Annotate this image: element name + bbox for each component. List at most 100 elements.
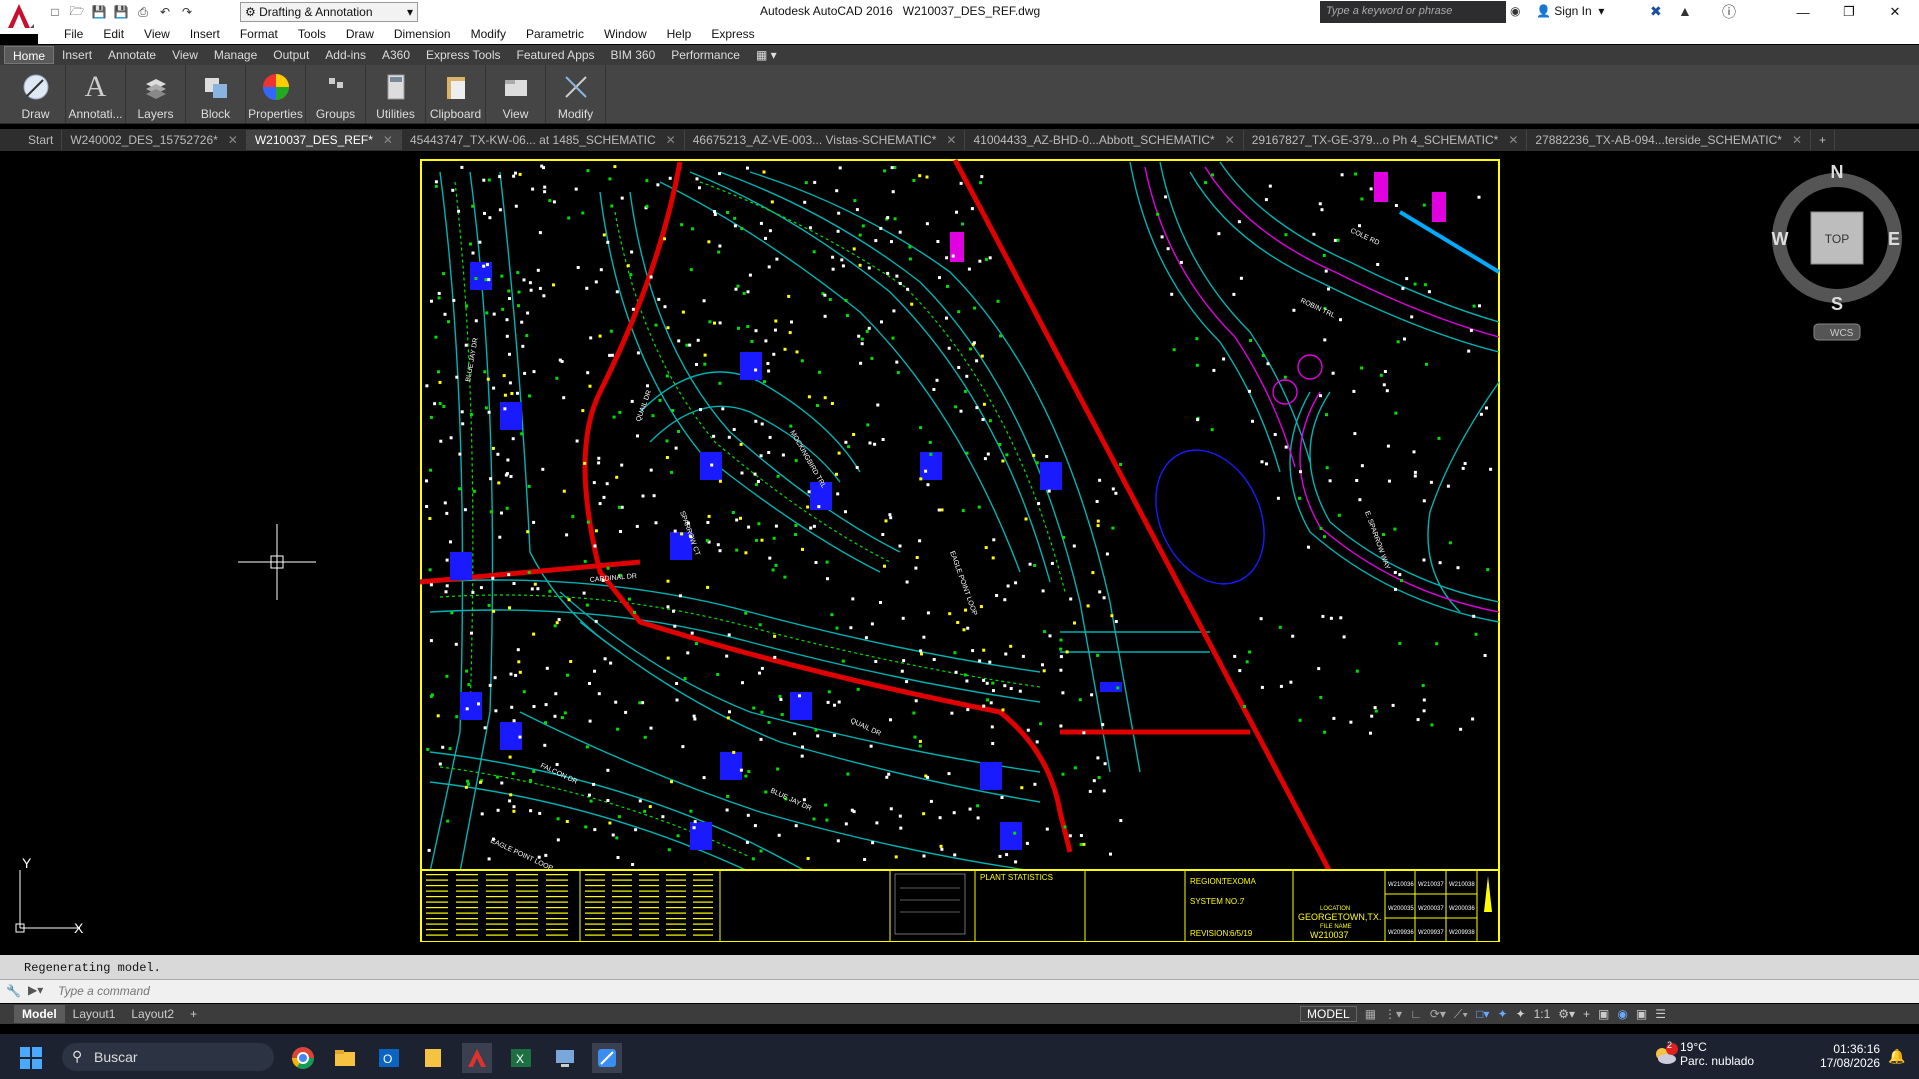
hardware-accel-icon[interactable]: ◉: [1617, 1007, 1627, 1021]
ribbon-panel-view[interactable]: View: [486, 65, 546, 123]
sign-in-button[interactable]: 👤 Sign In ▾: [1536, 4, 1604, 18]
ribbon-minimize-icon[interactable]: ▦ ▾: [748, 46, 785, 64]
weather-icon[interactable]: [1652, 1042, 1678, 1071]
drawing-svg[interactable]: BLUE JAY DR QUAIL DR MOCKINGBIRD TRL SPA…: [0, 152, 1919, 943]
tab-layout2[interactable]: Layout2: [123, 1005, 182, 1023]
drawing-canvas[interactable]: BLUE JAY DR QUAIL DR MOCKINGBIRD TRL SPA…: [0, 152, 1919, 943]
model-space-button[interactable]: MODEL: [1300, 1006, 1357, 1022]
menu-tools[interactable]: Tools: [288, 27, 336, 41]
outlook-icon[interactable]: O: [374, 1043, 404, 1073]
autocad-taskbar-icon[interactable]: [462, 1043, 492, 1073]
close-tab-icon[interactable]: ✕: [383, 130, 393, 150]
plus-icon[interactable]: +: [1583, 1007, 1590, 1021]
isodraft-icon[interactable]: ⟋▾: [1454, 1007, 1468, 1022]
plot-icon[interactable]: ⎙: [134, 3, 152, 21]
ribbon-tab-bim360[interactable]: BIM 360: [603, 46, 664, 64]
menu-modify[interactable]: Modify: [461, 27, 516, 41]
grid-icon[interactable]: ▦: [1365, 1007, 1376, 1021]
tab-model[interactable]: Model: [14, 1005, 65, 1023]
close-tab-icon[interactable]: ✕: [228, 130, 238, 150]
menu-dimension[interactable]: Dimension: [384, 27, 461, 41]
file-tab-active[interactable]: W210037_DES_REF* ✕: [246, 130, 402, 150]
menu-express[interactable]: Express: [701, 27, 764, 41]
close-tab-icon[interactable]: ✕: [1225, 130, 1235, 150]
ribbon-panel-draw[interactable]: Draw: [6, 65, 66, 123]
ribbon-tab-manage[interactable]: Manage: [206, 46, 265, 64]
annotation-scale-icon[interactable]: ✦: [1516, 1007, 1526, 1021]
new-tab-button[interactable]: +: [1811, 130, 1836, 150]
file-tab[interactable]: 46675213_AZ-VE-003... Vistas-SCHEMATIC* ✕: [685, 130, 966, 150]
menu-view[interactable]: View: [134, 27, 180, 41]
file-tab[interactable]: 29167827_TX-GE-379...o Ph 4_SCHEMATIC* ✕: [1244, 130, 1528, 150]
snipping-tool-icon[interactable]: [592, 1043, 622, 1073]
ribbon-tab-a360[interactable]: A360: [374, 46, 418, 64]
close-button[interactable]: ✕: [1872, 0, 1918, 24]
ribbon-tab-home[interactable]: Home: [4, 46, 55, 64]
menu-parametric[interactable]: Parametric: [516, 27, 594, 41]
close-tab-icon[interactable]: ✕: [1792, 130, 1802, 150]
polar-icon[interactable]: ⟳▾: [1430, 1007, 1446, 1021]
command-input[interactable]: [58, 982, 1858, 1000]
save-as-icon[interactable]: 💾: [112, 3, 130, 21]
menu-edit[interactable]: Edit: [93, 27, 134, 41]
windows-start-icon[interactable]: [16, 1043, 46, 1073]
ribbon-tab-featured-apps[interactable]: Featured Apps: [508, 46, 602, 64]
ribbon-tab-express-tools[interactable]: Express Tools: [418, 46, 508, 64]
file-tab-start[interactable]: Start: [20, 130, 63, 150]
open-icon[interactable]: 🗁: [68, 3, 86, 21]
file-tab[interactable]: 41004433_AZ-BHD-0...Abbott_SCHEMATIC* ✕: [965, 130, 1244, 150]
save-icon[interactable]: 💾: [90, 3, 108, 21]
annotation-visibility-icon[interactable]: ✦: [1497, 1007, 1507, 1021]
isolate-icon[interactable]: ▣: [1598, 1007, 1609, 1021]
ribbon-tab-output[interactable]: Output: [265, 46, 317, 64]
ribbon-panel-annotation[interactable]: A Annotati...: [66, 65, 126, 123]
menu-draw[interactable]: Draw: [336, 27, 384, 41]
ribbon-tab-annotate[interactable]: Annotate: [100, 46, 164, 64]
ribbon-tab-addins[interactable]: Add-ins: [317, 46, 374, 64]
ribbon-panel-properties[interactable]: Properties: [246, 65, 306, 123]
maximize-button[interactable]: ❐: [1826, 0, 1872, 24]
ribbon-panel-groups[interactable]: Groups: [306, 65, 366, 123]
weather-widget[interactable]: 19°C Parc. nublado: [1680, 1040, 1754, 1068]
redo-icon[interactable]: ↷: [178, 3, 196, 21]
exchange-icon[interactable]: ✖: [1650, 3, 1662, 20]
help-icon[interactable]: ⓘ: [1722, 2, 1736, 22]
network-app-icon[interactable]: [550, 1043, 580, 1073]
tab-layout1[interactable]: Layout1: [65, 1005, 124, 1023]
autocad-logo[interactable]: [0, 0, 38, 34]
ribbon-panel-modify[interactable]: Modify: [546, 65, 606, 123]
menu-insert[interactable]: Insert: [180, 27, 230, 41]
system-clock[interactable]: 01:36:16 17/08/2026: [1820, 1042, 1880, 1070]
file-tab[interactable]: 45443747_TX-KW-06... at 1485_SCHEMATIC ✕: [402, 130, 685, 150]
search-input[interactable]: Type a keyword or phrase: [1320, 1, 1506, 23]
ortho-icon[interactable]: ∟: [1410, 1007, 1422, 1021]
workspace-gear-icon[interactable]: ⚙▾: [1558, 1007, 1575, 1021]
file-explorer-icon[interactable]: [330, 1043, 360, 1073]
customize-icon[interactable]: ☰: [1655, 1007, 1666, 1021]
viewcube[interactable]: TOP N S E W WCS: [1772, 162, 1902, 341]
add-layout-button[interactable]: +: [182, 1005, 205, 1023]
excel-icon[interactable]: X: [506, 1043, 536, 1073]
wrench-icon[interactable]: 🔧: [6, 984, 21, 998]
ribbon-panel-clipboard[interactable]: Clipboard: [426, 65, 486, 123]
notification-bell-icon[interactable]: 🔔: [1888, 1048, 1905, 1065]
command-prompt-icon[interactable]: ▶▾: [28, 983, 43, 997]
ribbon-tab-view[interactable]: View: [164, 46, 206, 64]
snap-icon[interactable]: ⋮▾: [1384, 1007, 1402, 1021]
file-tab[interactable]: 27882236_TX-AB-094...terside_SCHEMATIC* ✕: [1527, 130, 1812, 150]
file-tab[interactable]: W240002_DES_15752726* ✕: [62, 130, 247, 150]
workspace-select[interactable]: ⚙ Drafting & Annotation ▾: [240, 2, 418, 22]
menu-window[interactable]: Window: [594, 27, 657, 41]
a360-icon[interactable]: ▲: [1678, 3, 1692, 19]
close-tab-icon[interactable]: ✕: [666, 130, 676, 150]
close-tab-icon[interactable]: ✕: [946, 130, 956, 150]
menu-format[interactable]: Format: [230, 27, 288, 41]
chrome-icon[interactable]: [288, 1043, 318, 1073]
ribbon-panel-utilities[interactable]: Utilities: [366, 65, 426, 123]
minimize-button[interactable]: —: [1780, 0, 1826, 24]
binoculars-icon[interactable]: ◉: [1510, 4, 1520, 18]
ribbon-tab-insert[interactable]: Insert: [54, 46, 100, 64]
notes-icon[interactable]: [418, 1043, 448, 1073]
menu-help[interactable]: Help: [657, 27, 702, 41]
new-icon[interactable]: □: [46, 3, 64, 21]
